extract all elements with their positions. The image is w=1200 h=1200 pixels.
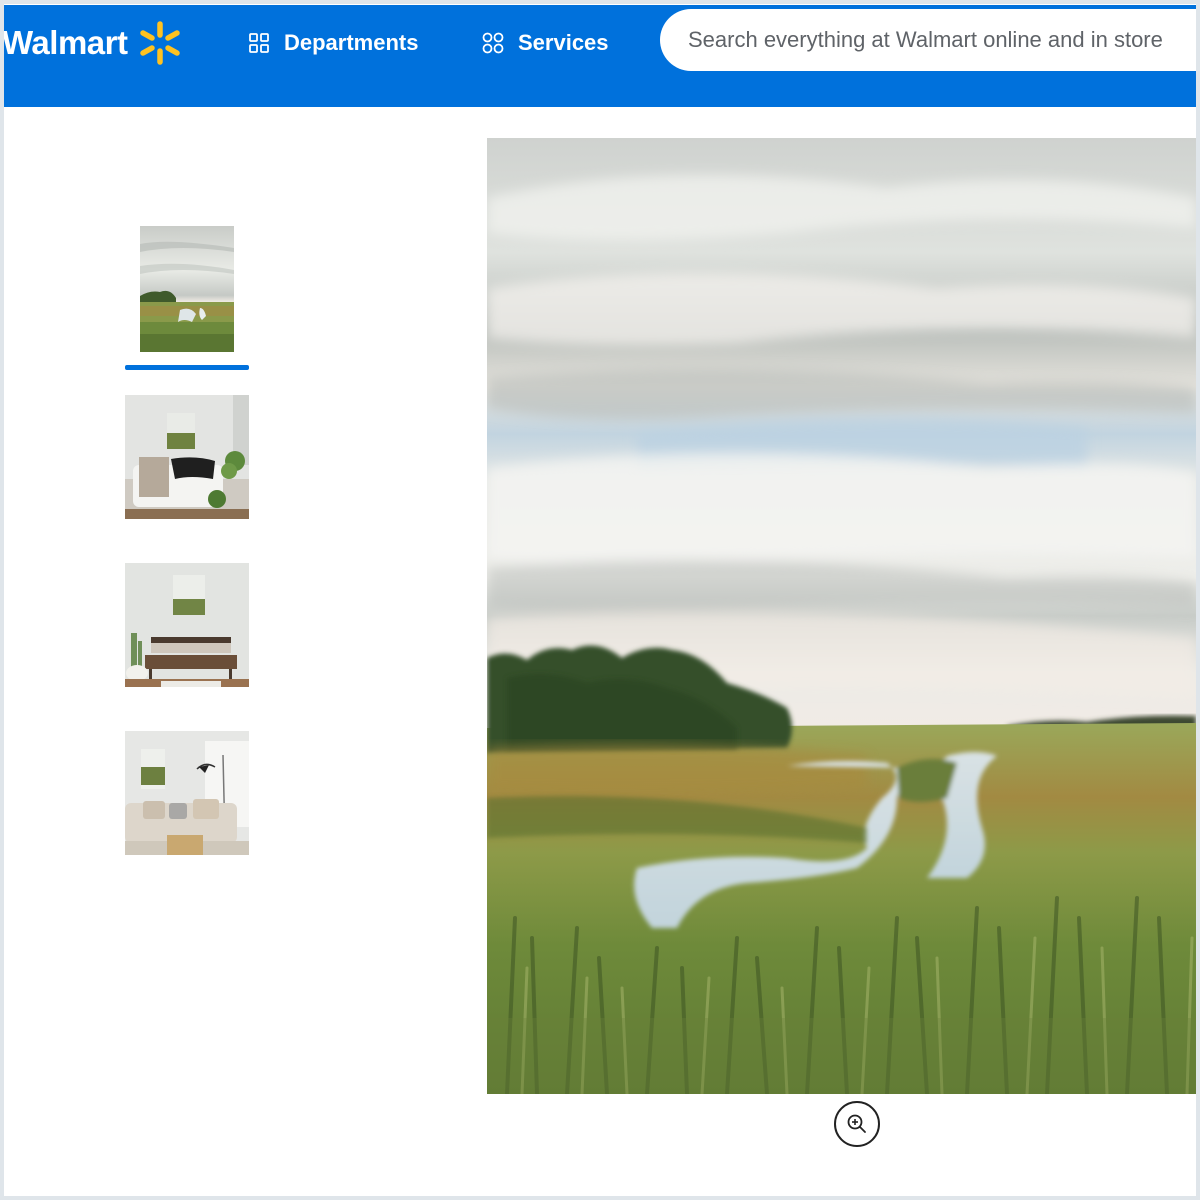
main-product-image[interactable]	[487, 138, 1196, 1094]
search-bar	[660, 9, 1196, 71]
thumbnail-room-sofa-image	[125, 395, 249, 519]
zoom-in-icon	[847, 1114, 866, 1133]
services-label: Services	[518, 30, 609, 55]
circles-grid-icon	[482, 32, 504, 54]
thumbnail-3[interactable]	[125, 563, 249, 687]
site-header: Walmart Departments Services Search ever…	[4, 5, 1196, 107]
spark-icon	[140, 21, 181, 65]
search-input[interactable]	[686, 26, 1196, 54]
selected-thumbnail-indicator	[125, 365, 249, 370]
logo-text: Walmart	[4, 24, 128, 61]
page-frame: Walmart Departments Services Search ever…	[4, 4, 1196, 1196]
thumbnail-2[interactable]	[125, 395, 249, 519]
departments-label: Departments	[284, 30, 419, 55]
thumbnail-room-bench-image	[125, 563, 249, 687]
thumbnail-painting-image	[140, 226, 234, 352]
departments-button[interactable]: Departments	[248, 25, 418, 61]
thumbnail-4[interactable]	[125, 731, 249, 855]
marsh-painting-image	[487, 138, 1196, 1094]
grid-icon	[249, 33, 269, 53]
services-button[interactable]: Services	[482, 25, 609, 61]
zoom-button[interactable]	[834, 1101, 880, 1147]
thumbnail-room-lamp-image	[125, 731, 249, 855]
walmart-logo[interactable]: Walmart	[4, 21, 183, 65]
thumbnail-1[interactable]	[140, 226, 234, 352]
